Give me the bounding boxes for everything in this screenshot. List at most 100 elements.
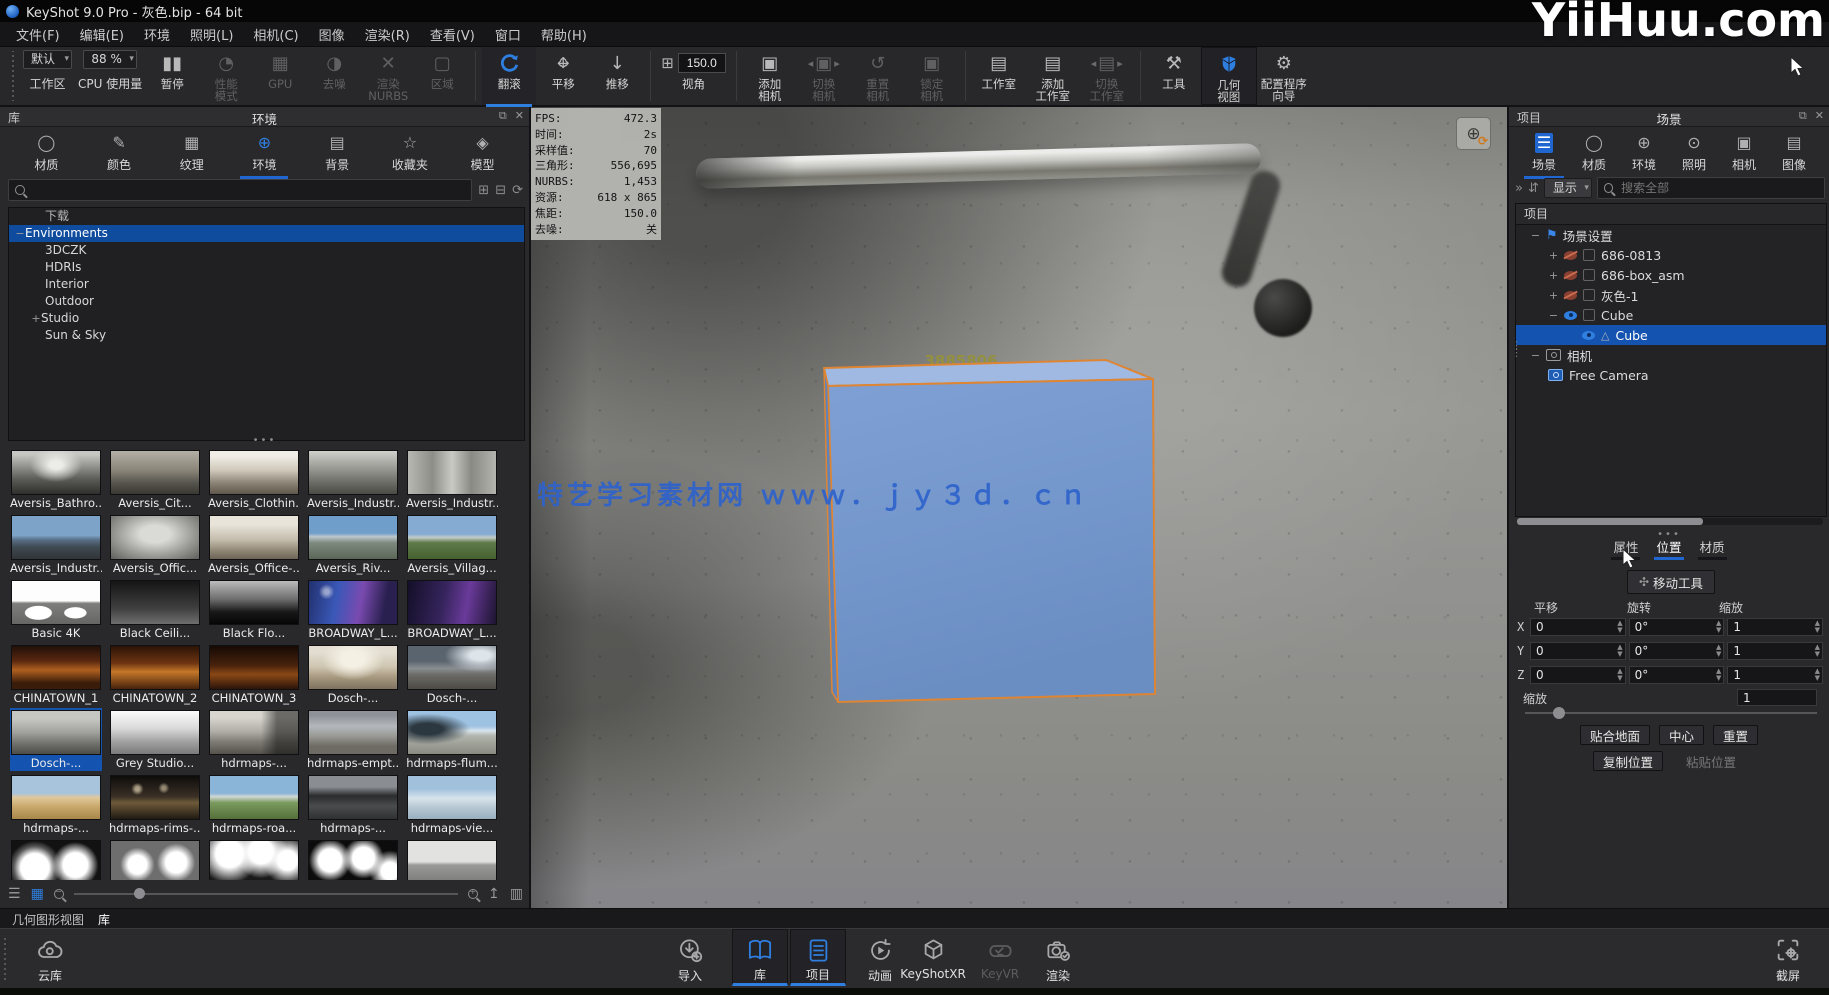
toolbar-button-pan[interactable]: ↔↕平移 [536,47,590,105]
library-popout-icon[interactable]: ⧉ [499,109,507,123]
project-tab-相机[interactable]: ▣相机 [1722,133,1766,179]
spinner-icon[interactable]: ▲▼ [1617,644,1622,658]
environment-thumbnail-hdrmaps-...[interactable]: hdrmaps-... [208,708,300,771]
refresh-icon[interactable]: ⟳ [512,183,523,198]
show-filter-dropdown[interactable]: 显示 [1544,178,1592,198]
tree-filter-icon[interactable]: ⇵ [1528,181,1539,196]
project-tab-材质[interactable]: ◯材质 [1572,133,1616,179]
toolbar-button-tools[interactable]: ⚒工具 [1147,47,1201,105]
add-folder-icon[interactable]: ⊞ [478,183,489,198]
environment-thumbnail-Black Flo...[interactable]: Black Flo... [208,578,300,641]
environment-thumbnail-Aversis_Industr...[interactable]: Aversis_Industr... [406,448,498,511]
uniform-scale-slider[interactable] [1525,712,1817,714]
environment-thumbnail-hdrmaps-empt...[interactable]: hdrmaps-empt... [307,708,399,771]
dock-item-库[interactable]: 库 [732,929,788,986]
transform-field-X-1[interactable]: 0°▲▼ [1629,618,1725,636]
project-search-field[interactable] [1619,180,1818,196]
library-close-icon[interactable]: ✕ [515,109,524,123]
dock-item-项目[interactable]: 项目 [790,929,846,986]
dock-item-cloud-library[interactable]: 云库 [22,934,78,984]
folder-icon[interactable]: ▥ [510,886,523,902]
library-tree-item-3DCZK[interactable]: 3DCZK [9,242,524,259]
toolbar-button-tumble[interactable]: 翻滚 [482,47,536,105]
scene-tree-item-场景设置[interactable]: −⚑场景设置 [1516,225,1826,245]
environment-thumbnail-hdrmaps-...[interactable]: hdrmaps-... [307,773,399,836]
visibility-on-icon[interactable] [1564,311,1577,320]
transform-field-Z-0[interactable]: 0▲▼ [1530,666,1626,684]
tree-expander-icon[interactable]: + [1548,269,1559,282]
menu-item-查看(V)[interactable]: 查看(V) [420,22,485,47]
environment-thumbnail-Dosch-...[interactable]: Dosch-... [307,643,399,706]
environment-thumbnail[interactable] [406,838,498,880]
library-tab-环境[interactable]: ⊕环境 [238,133,290,179]
uniform-scale-field[interactable]: 1 [1737,689,1817,706]
library-tab-背景[interactable]: ▤背景 [311,133,363,179]
spinner-icon[interactable]: ▲▼ [1617,620,1622,634]
strip-tab-几何图形视图[interactable]: 几何图形视图 [10,909,86,929]
project-popout-icon[interactable]: ⧉ [1799,109,1807,123]
strip-tab-库[interactable]: 库 [96,909,112,929]
scene-tree-item-686-0813[interactable]: +686-0813 [1516,245,1826,265]
library-tree-item-Interior[interactable]: Interior [9,276,524,293]
project-search-box[interactable] [1597,177,1825,199]
library-tab-纹理[interactable]: ▦纹理 [166,133,218,179]
tree-expander-icon[interactable]: + [1548,289,1559,302]
import-folder-icon[interactable]: ⊟ [495,183,506,198]
scene-tree-item-Cube[interactable]: △Cube [1516,325,1826,345]
scene-tree-item-灰色-1[interactable]: +灰色-1 [1516,285,1826,305]
library-splitter-handle[interactable]: ••• [0,438,529,446]
environment-thumbnail-CHINATOWN_3[interactable]: CHINATOWN_3 [208,643,300,706]
environment-thumbnail-Dosch-...[interactable]: Dosch-... [10,708,102,771]
transform-field-Z-1[interactable]: 0°▲▼ [1629,666,1725,684]
transform-field-X-2[interactable]: 1▲▼ [1727,618,1823,636]
toolbar-button-add-camera[interactable]: ▣添加 相机 [743,47,797,105]
project-tab-环境[interactable]: ⊕环境 [1622,133,1666,179]
environment-thumbnail[interactable] [307,838,399,880]
dock-item-KeyVR[interactable]: KeyVR [972,934,1028,981]
library-tab-收藏夹[interactable]: ☆收藏夹 [384,133,436,179]
library-tree-item-Studio[interactable]: +Studio [9,310,524,327]
dock-drag-handle[interactable] [2,937,8,981]
environment-thumbnail-CHINATOWN_1[interactable]: CHINATOWN_1 [10,643,102,706]
toolbar-button-geometry-view[interactable]: 几何 视图 [1201,47,1257,105]
environment-thumbnail-Basic 4K[interactable]: Basic 4K [10,578,102,641]
library-tree-item-下载[interactable]: 下载 [9,208,524,225]
environment-thumbnail-Aversis_Offic...[interactable]: Aversis_Offic... [109,513,201,576]
transform-field-X-0[interactable]: 0▲▼ [1530,618,1626,636]
dock-item-KeyShotXR[interactable]: KeyShotXR [905,934,961,981]
toolbar-button-dolly[interactable]: ↓推移 [590,47,644,105]
environment-thumbnail[interactable] [10,838,102,880]
spinner-icon[interactable]: ▲▼ [1716,644,1721,658]
environment-thumbnail-Aversis_Clothin...[interactable]: Aversis_Clothin... [208,448,300,511]
scene-tree-item-Cube[interactable]: −Cube [1516,305,1826,325]
environment-thumbnail-Aversis_Office-...[interactable]: Aversis_Office-... [208,513,300,576]
collapse-all-icon[interactable]: » [1515,181,1523,196]
dock-item-导入[interactable]: 导入 [662,934,718,984]
toolbar-button-pause[interactable]: ▮▮暂停 [145,47,199,105]
toolbar-button-fov[interactable]: ⊞视角 [657,47,730,105]
environment-thumbnail-hdrmaps-rims-...[interactable]: hdrmaps-rims-... [109,773,201,836]
upload-icon[interactable]: ↥ [488,886,500,902]
menu-item-窗口[interactable]: 窗口 [485,22,531,47]
transform-field-Y-2[interactable]: 1▲▼ [1727,642,1823,660]
button-贴合地面[interactable]: 贴合地面 [1580,725,1650,745]
spinner-icon[interactable]: ▲▼ [1815,620,1820,634]
library-tab-颜色[interactable]: ✎颜色 [93,133,145,179]
environment-thumbnail-Aversis_Villag...[interactable]: Aversis_Villag... [406,513,498,576]
environment-thumbnail-Aversis_Cit...[interactable]: Aversis_Cit... [109,448,201,511]
zoom-in-icon[interactable]: + [468,889,478,899]
spinner-icon[interactable]: ▲▼ [1617,668,1622,682]
fov-value-field[interactable] [678,53,726,73]
dock-item-screenshot[interactable]: 截屏 [1760,934,1816,984]
tree-expander-icon[interactable]: − [15,225,25,242]
environment-thumbnail-hdrmaps-flum...[interactable]: hdrmaps-flum... [406,708,498,771]
menu-item-环境[interactable]: 环境 [134,22,180,47]
workspace-dropdown[interactable]: 默认 [23,50,72,69]
environment-thumbnail-Grey Studio...[interactable]: Grey Studio... [109,708,201,771]
library-search-field[interactable] [31,182,466,198]
library-tab-模型[interactable]: ◈模型 [457,133,509,179]
tree-expander-icon[interactable]: − [1548,309,1559,322]
environment-thumbnail-CHINATOWN_2[interactable]: CHINATOWN_2 [109,643,201,706]
property-tab-位置[interactable]: 位置 [1656,537,1681,560]
environment-thumbnail-hdrmaps-...[interactable]: hdrmaps-... [10,773,102,836]
